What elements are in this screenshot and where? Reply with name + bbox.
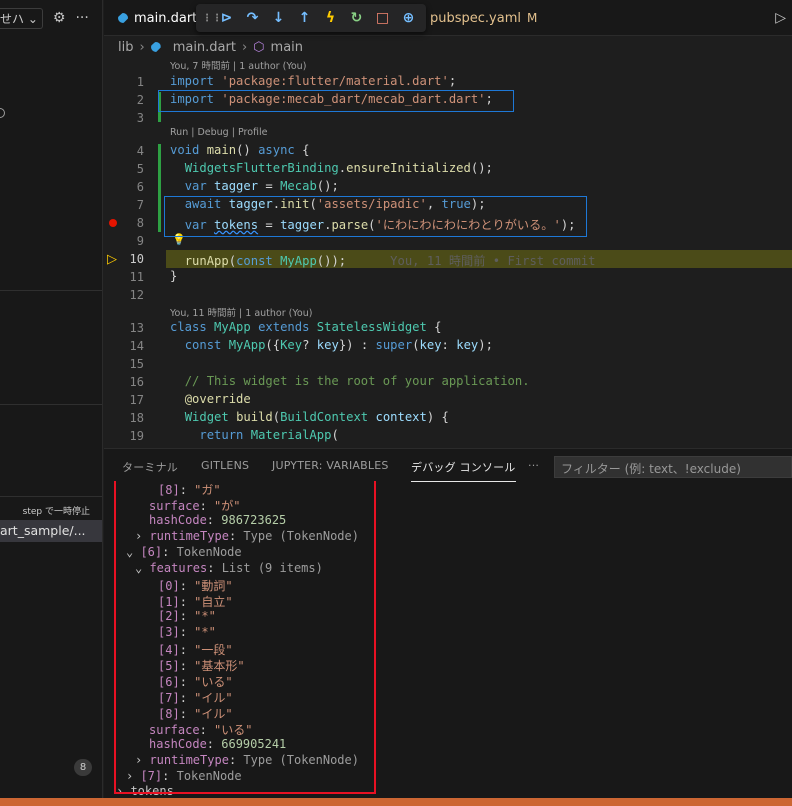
code-editor[interactable]: You, 7 時間前 | 1 author (You) Run | Debug … <box>104 56 792 448</box>
code-line-17: @override <box>184 392 251 406</box>
step-into-icon[interactable]: ↓ <box>271 10 286 26</box>
chevron-right-icon: › <box>139 39 145 55</box>
bottom-panel: ターミナル GITLENS JUPYTER: VARIABLES デバッグ コン… <box>104 448 792 798</box>
gear-icon[interactable]: ⚙ <box>53 10 66 26</box>
line-number: 19 <box>129 429 144 443</box>
more-icon[interactable]: ··· <box>75 10 88 26</box>
panel-tab-bar: ターミナル GITLENS JUPYTER: VARIABLES デバッグ コン… <box>104 449 792 483</box>
debug-toolbar: ⋮⋮ ⊳ ↷ ↓ ↑ ϟ ↻ □ ⊕ <box>196 4 426 32</box>
code-line-18: Widget build(BuildContext context) { <box>184 410 449 424</box>
breakpoint-icon[interactable] <box>109 219 117 227</box>
line-number: 2 <box>136 93 144 107</box>
filter-placeholder: フィルター (例: text、!exclude) <box>561 462 741 476</box>
code-line-5: WidgetsFlutterBinding.ensureInitialized(… <box>184 161 493 175</box>
code-line-14: const MyApp({Key? key}) : super(key: key… <box>184 338 493 352</box>
code-line-11: } <box>170 269 178 283</box>
code-line-16: // This widget is the root of your appli… <box>184 374 530 388</box>
symbol-method-icon: ⬡ <box>253 39 265 55</box>
divider <box>0 290 102 291</box>
debug-console-output[interactable]: [8]: "ガ" surface: "が" hashCode: 98672362… <box>104 481 792 799</box>
call-stack-frame[interactable]: art_sample/... <box>0 520 102 542</box>
chevron-down-icon: ⌄ <box>24 11 38 26</box>
divider <box>0 496 102 497</box>
tab-label: pubspec.yaml <box>430 10 521 26</box>
code-line-4: void main() async { <box>170 143 310 157</box>
line-number: 3 <box>136 111 144 125</box>
paused-on-step-label: step で一時停止 <box>22 507 90 517</box>
chevron-right-icon: › <box>241 39 248 55</box>
line-number: 11 <box>129 270 144 284</box>
line-number: 4 <box>136 144 144 158</box>
code-line-1: import 'package:flutter/material.dart'; <box>170 74 457 88</box>
tab-main-dart[interactable]: main.dart <box>118 0 197 36</box>
tab-debug-console[interactable]: デバッグ コンソール <box>411 459 516 482</box>
sidebar: せハ ⌄ ⚙ ··· step で一時停止 art_sample/... 8 <box>0 0 103 798</box>
sidebar-header: せハ ⌄ ⚙ ··· <box>0 7 89 29</box>
run-icon[interactable]: ▷ <box>775 10 786 26</box>
code-line-6: var tagger = Mecab(); <box>184 179 339 193</box>
line-number: 15 <box>129 357 144 371</box>
line-number: 6 <box>136 180 144 194</box>
line-number: 16 <box>129 375 144 389</box>
filter-input[interactable]: フィルター (例: text、!exclude) <box>554 456 792 478</box>
status-bar <box>0 798 792 806</box>
code-lens-run[interactable]: Run | Debug | Profile <box>170 127 267 138</box>
breadcrumb-item[interactable]: main.dart <box>173 40 236 55</box>
modified-badge: M <box>526 11 538 25</box>
line-number: 18 <box>129 411 144 425</box>
tab-label: main.dart <box>134 10 198 26</box>
circle-icon <box>0 108 5 118</box>
restart-icon[interactable]: ↻ <box>349 10 364 26</box>
line-number: 7 <box>136 198 144 212</box>
highlight-box <box>164 196 587 237</box>
dart-icon <box>150 42 161 52</box>
line-number: 13 <box>129 321 144 335</box>
breadcrumb-item[interactable]: main <box>271 40 303 55</box>
code-lens-blame[interactable]: You, 11 時間前 | 1 author (You) <box>170 305 312 319</box>
line-number: 12 <box>129 288 144 302</box>
more-tabs-icon[interactable]: ··· <box>528 459 539 472</box>
count-badge: 8 <box>74 759 92 776</box>
highlight-box <box>158 90 514 112</box>
continue-icon[interactable]: ⊳ <box>219 10 234 26</box>
highlight-box <box>114 481 376 794</box>
drag-handle-icon[interactable]: ⋮⋮ <box>202 13 222 24</box>
tab-gitlens[interactable]: GITLENS <box>201 459 249 472</box>
line-number: 14 <box>129 339 144 353</box>
config-select-label: せハ <box>0 11 25 26</box>
tab-pubspec[interactable]: pubspec.yaml M <box>430 0 537 36</box>
code-lens-blame[interactable]: You, 7 時間前 | 1 author (You) <box>170 58 306 72</box>
code-line-19: return MaterialApp( <box>199 428 339 442</box>
config-select[interactable]: せハ ⌄ <box>0 7 43 29</box>
line-number: 1 <box>136 75 144 89</box>
step-out-icon[interactable]: ↑ <box>297 10 312 26</box>
line-number: 5 <box>136 162 144 176</box>
divider <box>0 404 102 405</box>
line-number: 17 <box>129 393 144 407</box>
line-number: 9 <box>136 234 144 248</box>
code-line-10: runApp(const MyApp()); You, 11 時間前 • Fir… <box>184 254 596 268</box>
hot-reload-icon[interactable]: ϟ <box>323 10 338 26</box>
git-change-bar <box>158 144 161 232</box>
step-over-icon[interactable]: ↷ <box>245 10 260 26</box>
code-line-13: class MyApp extends StatelessWidget { <box>170 320 442 334</box>
tab-terminal[interactable]: ターミナル <box>122 459 178 475</box>
breadcrumb-item[interactable]: lib <box>118 40 133 55</box>
dart-icon <box>118 13 128 23</box>
inspect-icon[interactable]: ⊕ <box>401 10 416 26</box>
stop-icon[interactable]: □ <box>375 10 390 26</box>
tab-jupyter-variables[interactable]: JUPYTER: VARIABLES <box>272 459 389 472</box>
execution-pointer-icon: ▷ <box>107 252 117 267</box>
breadcrumb: lib › main.dart › ⬡ main <box>118 38 303 56</box>
